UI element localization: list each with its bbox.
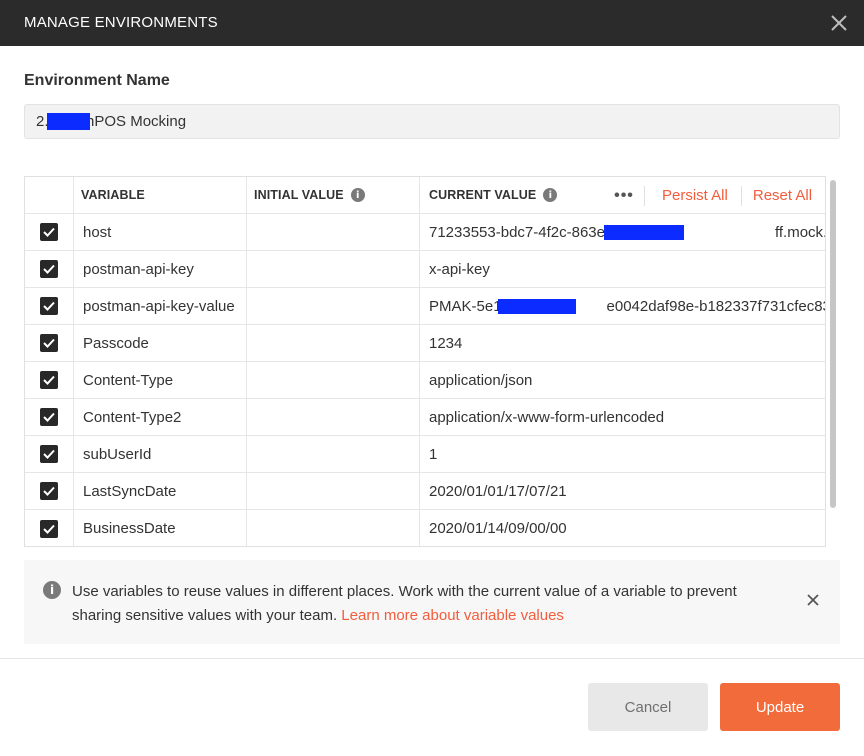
variable-name[interactable]: postman-api-key — [74, 251, 247, 287]
redaction-mark — [47, 113, 90, 130]
variable-name[interactable]: Content-Type2 — [74, 399, 247, 435]
header-initial-label: INITIAL VALUE — [254, 188, 344, 202]
header-variable: VARIABLE — [74, 177, 247, 213]
redaction-mark — [604, 225, 684, 240]
table-header-row: VARIABLE INITIAL VALUE i CURRENT VALUE i… — [25, 177, 825, 214]
variable-name[interactable]: host — [74, 214, 247, 250]
close-icon[interactable] — [806, 593, 820, 607]
initial-value[interactable] — [247, 436, 420, 472]
info-icon[interactable]: i — [350, 188, 365, 202]
current-value[interactable]: 1234 — [420, 325, 825, 361]
table-row: Content-Type application/json — [25, 362, 825, 399]
info-icon: i — [43, 581, 61, 599]
table-row: Passcode 1234 — [25, 325, 825, 362]
dialog-title: MANAGE ENVIRONMENTS — [24, 14, 218, 31]
initial-value[interactable] — [247, 288, 420, 324]
current-value[interactable]: PMAK-5e1 e0042daf98e-b182337f731cfec83..… — [420, 288, 825, 324]
table-row: postman-api-key x-api-key — [25, 251, 825, 288]
update-button[interactable]: Update — [720, 683, 840, 731]
checkmark-icon — [43, 486, 55, 496]
info-notice: i Use variables to reuse values in diffe… — [24, 560, 840, 644]
checkmark-icon — [43, 301, 55, 311]
row-checkbox[interactable] — [40, 519, 58, 538]
row-checkbox[interactable] — [40, 408, 58, 426]
initial-value[interactable] — [247, 362, 420, 398]
initial-value[interactable] — [247, 325, 420, 361]
header-initial-value: INITIAL VALUE i — [247, 177, 420, 213]
reset-all-button[interactable]: Reset All — [742, 187, 812, 204]
current-value[interactable]: application/x-www-form-urlencoded — [420, 399, 825, 435]
table-row: subUserId 1 — [25, 436, 825, 473]
title-bar: MANAGE ENVIRONMENTS — [0, 0, 864, 46]
checkmark-icon — [43, 227, 55, 237]
current-value[interactable]: 2020/01/01/17/07/21 — [420, 473, 825, 509]
variable-name[interactable]: postman-api-key-value — [74, 288, 247, 324]
row-checkbox[interactable] — [40, 334, 58, 352]
variable-name[interactable]: Passcode — [74, 325, 247, 361]
table-row: BusinessDate 2020/01/14/09/00/00 — [25, 510, 825, 546]
environment-name-input[interactable] — [24, 104, 840, 139]
header-actions: ••• Persist All Reset All — [604, 177, 825, 214]
initial-value[interactable] — [247, 399, 420, 435]
variable-name[interactable]: Content-Type — [74, 362, 247, 398]
header-check-cell — [25, 177, 74, 213]
checkmark-icon — [43, 338, 55, 348]
header-current-label: CURRENT VALUE — [429, 188, 537, 202]
close-icon[interactable] — [828, 12, 850, 34]
checkmark-icon — [43, 375, 55, 385]
current-value[interactable]: application/json — [420, 362, 825, 398]
checkmark-icon — [43, 449, 55, 459]
variables-table: VARIABLE INITIAL VALUE i CURRENT VALUE i… — [24, 176, 826, 547]
table-row: LastSyncDate 2020/01/01/17/07/21 — [25, 473, 825, 510]
row-checkbox[interactable] — [40, 482, 58, 500]
row-checkbox[interactable] — [40, 445, 58, 463]
table-row: host 71233553-bdc7-4f2c-863e- ff.mock.ps… — [25, 214, 825, 251]
info-icon[interactable]: i — [543, 188, 558, 202]
row-checkbox[interactable] — [40, 260, 58, 278]
table-scrollbar[interactable] — [830, 180, 836, 508]
cancel-button[interactable]: Cancel — [588, 683, 708, 731]
initial-value[interactable] — [247, 510, 420, 546]
row-checkbox[interactable] — [40, 297, 58, 315]
current-value[interactable]: x-api-key — [420, 251, 825, 287]
persist-all-button[interactable]: Persist All — [645, 187, 741, 204]
table-row: Content-Type2 application/x-www-form-url… — [25, 399, 825, 436]
variable-name[interactable]: LastSyncDate — [74, 473, 247, 509]
checkmark-icon — [43, 264, 55, 274]
initial-value[interactable] — [247, 214, 420, 250]
initial-value[interactable] — [247, 473, 420, 509]
table-row: postman-api-key-value PMAK-5e1 e0042daf9… — [25, 288, 825, 325]
redaction-mark — [498, 299, 576, 314]
row-checkbox[interactable] — [40, 223, 58, 241]
footer-divider — [0, 658, 864, 659]
initial-value[interactable] — [247, 251, 420, 287]
checkmark-icon — [43, 412, 55, 422]
notice-text: Use variables to reuse values in differe… — [72, 580, 772, 628]
more-options-icon[interactable]: ••• — [604, 187, 644, 205]
current-value[interactable]: 1 — [420, 436, 825, 472]
row-checkbox[interactable] — [40, 371, 58, 389]
current-value[interactable]: 2020/01/14/09/00/00 — [420, 510, 825, 546]
environment-name-label: Environment Name — [24, 72, 170, 89]
variable-name[interactable]: BusinessDate — [74, 510, 247, 546]
variable-name[interactable]: subUserId — [74, 436, 247, 472]
checkmark-icon — [43, 524, 55, 534]
learn-more-link[interactable]: Learn more about variable values — [341, 607, 564, 624]
